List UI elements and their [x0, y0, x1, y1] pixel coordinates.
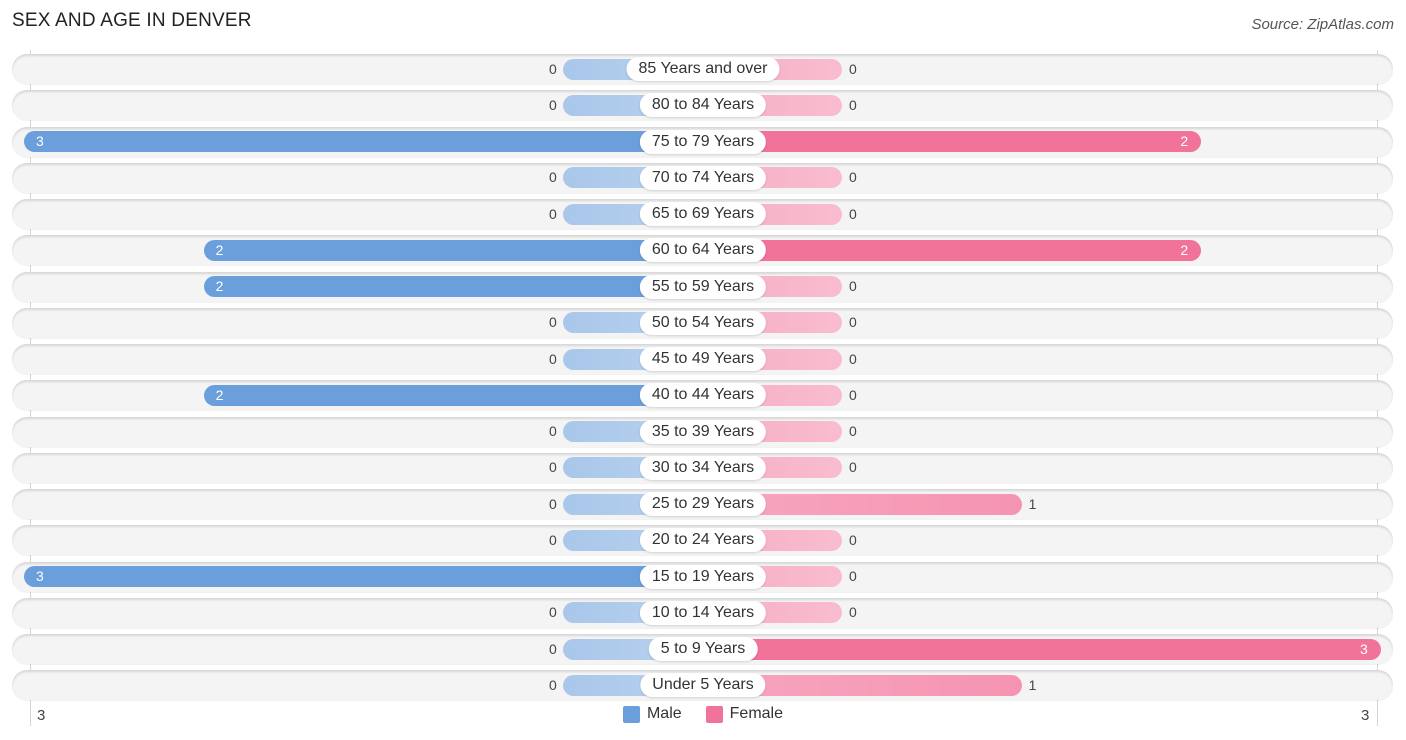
value-label-male: 0 — [549, 604, 557, 621]
age-group-label: 75 to 79 Years — [639, 129, 767, 154]
value-label-male: 0 — [549, 96, 557, 113]
bar-male[interactable] — [24, 131, 703, 152]
age-group-label: 70 to 74 Years — [639, 165, 767, 190]
value-label-female: 0 — [849, 531, 857, 548]
value-label-male: 0 — [549, 640, 557, 657]
legend-swatch-male — [622, 705, 640, 723]
value-label-female: 2 — [1180, 241, 1189, 258]
value-label-female: 0 — [849, 96, 857, 113]
value-label-male: 0 — [549, 676, 557, 693]
bar-female[interactable] — [703, 131, 1202, 152]
value-label-female: 2 — [1180, 133, 1189, 149]
legend-swatch-female — [705, 705, 723, 723]
value-label-female: 0 — [849, 60, 857, 77]
value-label-male: 0 — [549, 60, 557, 77]
value-label-female: 3 — [1360, 640, 1368, 657]
value-label-male: 2 — [215, 386, 224, 403]
value-label-male: 0 — [549, 423, 557, 439]
value-label-female: 0 — [849, 205, 857, 222]
value-label-male: 3 — [36, 133, 44, 149]
legend-item-female[interactable]: Female — [705, 705, 784, 723]
age-group-label: 35 to 39 Years — [639, 419, 767, 444]
age-group-label: 50 to 54 Years — [639, 310, 767, 335]
value-label-female: 1 — [1028, 676, 1037, 693]
value-label-female: 0 — [849, 386, 857, 403]
legend-label-male: Male — [646, 705, 682, 722]
bar-male[interactable] — [203, 239, 703, 261]
age-group-label: 40 to 44 Years — [639, 383, 767, 408]
age-group-label: 80 to 84 Years — [639, 93, 767, 118]
age-group-label: 65 to 69 Years — [639, 202, 767, 226]
age-group-label: 45 to 49 Years — [639, 347, 767, 371]
value-label-male: 0 — [549, 169, 557, 186]
value-label-female: 0 — [849, 278, 857, 294]
bar-male[interactable] — [24, 566, 703, 587]
value-label-female: 0 — [849, 568, 857, 584]
value-label-male: 0 — [549, 205, 557, 222]
bar-female[interactable] — [703, 239, 1202, 261]
age-group-label: 30 to 34 Years — [639, 455, 767, 480]
value-label-female: 0 — [849, 314, 857, 331]
value-label-male: 2 — [215, 241, 224, 258]
value-label-male: 0 — [549, 495, 557, 512]
bar-female[interactable] — [703, 638, 1381, 660]
legend-label-female: Female — [729, 705, 784, 722]
value-label-male: 2 — [215, 278, 224, 294]
age-group-label: 25 to 29 Years — [639, 492, 767, 516]
value-label-male: 3 — [36, 568, 44, 584]
value-label-female: 0 — [849, 423, 857, 439]
age-group-label: 55 to 59 Years — [639, 274, 767, 299]
value-label-male: 0 — [549, 350, 557, 367]
chart-title: SEX AND AGE IN DENVER — [12, 10, 252, 31]
value-label-female: 0 — [849, 604, 857, 621]
age-group-label: 10 to 14 Years — [639, 600, 767, 625]
value-label-female: 0 — [849, 350, 857, 367]
age-group-label: 60 to 64 Years — [639, 238, 767, 263]
legend: Male Female — [0, 705, 1406, 723]
source-label: Source: ZipAtlas.com — [1251, 16, 1394, 33]
value-label-male: 0 — [549, 314, 557, 331]
age-group-label: 15 to 19 Years — [639, 564, 767, 589]
age-group-label: 85 Years and over — [626, 57, 780, 81]
value-label-female: 0 — [849, 169, 857, 186]
age-group-label: 20 to 24 Years — [639, 528, 767, 553]
age-group-label: Under 5 Years — [640, 673, 766, 698]
bar-male[interactable] — [203, 384, 703, 406]
value-label-male: 0 — [549, 459, 557, 476]
bar-male[interactable] — [203, 276, 703, 297]
age-group-label: 5 to 9 Years — [648, 637, 758, 661]
value-label-male: 0 — [549, 531, 557, 548]
value-label-female: 0 — [849, 459, 857, 476]
legend-item-male[interactable]: Male — [622, 705, 682, 723]
value-label-female: 1 — [1028, 495, 1037, 512]
